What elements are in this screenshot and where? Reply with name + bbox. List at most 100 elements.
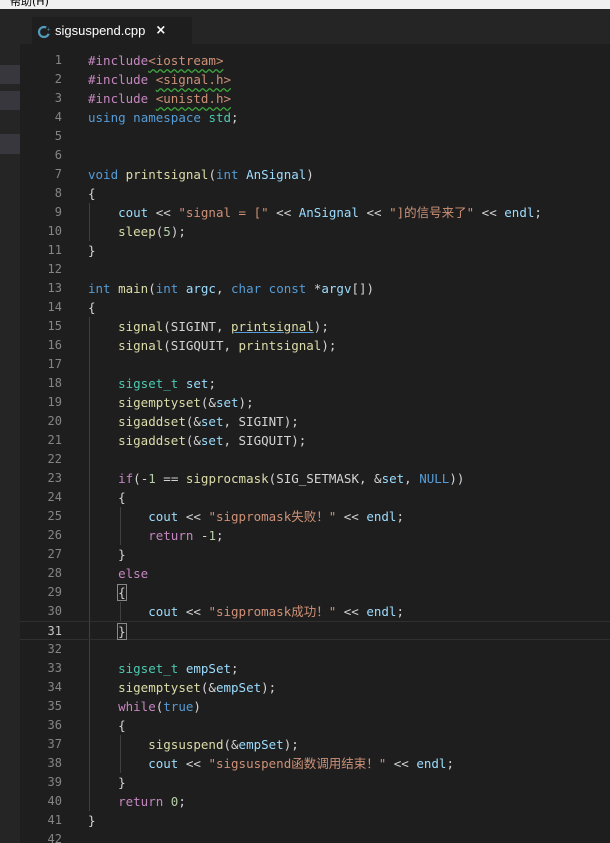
line-number: 36 [47, 718, 62, 732]
line-number: 2 [54, 72, 62, 86]
code-token: )) [449, 471, 465, 486]
line-number: 31 [47, 624, 62, 638]
code-line[interactable]: 1 #include<iostream> [20, 51, 610, 70]
code-token: ) [306, 167, 314, 182]
code-line[interactable]: 22 [20, 450, 610, 469]
code-line[interactable]: 19 sigemptyset(&set); [20, 393, 610, 412]
tab-sigsuspend-cpp[interactable]: + sigsuspend.cpp × [32, 17, 192, 44]
code-line[interactable]: 31 } [20, 621, 610, 640]
code-token: NULL [419, 471, 450, 486]
code-token: , SIGINT); [223, 414, 299, 429]
code-token: } [88, 243, 96, 258]
line-number: 21 [47, 433, 62, 447]
code-token: ; [231, 661, 239, 676]
code-line[interactable]: 37 sigsuspend(&empSet); [20, 735, 610, 754]
code-line[interactable]: 36 { [20, 716, 610, 735]
code-token: (SIG_SETMASK, & [268, 471, 382, 486]
code-line[interactable]: 41} [20, 811, 610, 830]
line-number: 13 [47, 281, 62, 295]
code-text: } [88, 241, 96, 260]
code-line[interactable]: 42 [20, 830, 610, 843]
code-line[interactable]: 6 [20, 146, 610, 165]
menu-help[interactable]: 帮助(H) [10, 0, 49, 9]
code-token: (& [200, 680, 216, 695]
code-text: #include <signal.h> [88, 70, 231, 89]
code-line[interactable]: 25 cout << "sigpromask失败！" << endl; [20, 507, 610, 526]
code-line[interactable]: 35 while(true) [20, 697, 610, 716]
code-line[interactable]: 28 else [20, 564, 610, 583]
code-line[interactable]: 33 sigset_t empSet; [20, 659, 610, 678]
line-number: 41 [47, 813, 62, 827]
code-line[interactable]: 9 cout << "signal = [" << AnSignal << "]… [20, 203, 610, 222]
code-text: #include <unistd.h> [88, 89, 231, 108]
code-token: empSet [215, 680, 262, 695]
tab-bar: + sigsuspend.cpp × [20, 9, 610, 44]
code-line[interactable]: 12 [20, 260, 610, 279]
line-number: 10 [47, 224, 62, 238]
code-line[interactable]: 23 if(-1 == sigprocmask(SIG_SETMASK, &se… [20, 469, 610, 488]
code-line[interactable]: 30 cout << "sigpromask成功！" << endl; [20, 602, 610, 621]
line-number: 3 [54, 91, 62, 105]
code-line[interactable]: 20 sigaddset(&set, SIGINT); [20, 412, 610, 431]
code-line[interactable]: 34 sigemptyset(&empSet); [20, 678, 610, 697]
code-line[interactable]: 39 } [20, 773, 610, 792]
code-text: } [88, 622, 127, 641]
sidebar-highlight[interactable] [0, 65, 20, 84]
code-line[interactable]: 5 [20, 127, 610, 146]
code-line[interactable]: 16 signal(SIGQUIT, printsignal); [20, 336, 610, 355]
sidebar-highlight[interactable] [0, 134, 20, 154]
code-text: } [88, 811, 96, 830]
line-number: 33 [47, 661, 62, 675]
code-token: } [88, 813, 96, 828]
code-line[interactable]: 40 return 0; [20, 792, 610, 811]
code-line[interactable]: 15 signal(SIGINT, printsignal); [20, 317, 610, 336]
code-token: <signal.h> [155, 72, 231, 87]
code-line[interactable]: 8{ [20, 184, 610, 203]
code-token: (& [185, 414, 201, 429]
line-number: 34 [47, 680, 62, 694]
code-text: sigset_t set; [88, 374, 216, 393]
code-line[interactable]: 10 sleep(5); [20, 222, 610, 241]
code-token: ; [208, 376, 216, 391]
code-line[interactable]: 26 return -1; [20, 526, 610, 545]
code-line[interactable]: 32 [20, 640, 610, 659]
code-line[interactable]: 24 { [20, 488, 610, 507]
code-text: sigsuspend(&empSet); [88, 735, 299, 754]
code-line[interactable]: 18 sigset_t set; [20, 374, 610, 393]
code-line[interactable]: 7 void printsignal(int AnSignal) [20, 165, 610, 184]
code-line[interactable]: 29 { [20, 583, 610, 602]
sidebar-highlight[interactable] [0, 91, 20, 110]
code-line[interactable]: 27 } [20, 545, 610, 564]
code-line[interactable]: 14 { [20, 298, 610, 317]
code-line[interactable]: 21 sigaddset(&set, SIGQUIT); [20, 431, 610, 450]
code-token: endl [504, 205, 535, 220]
code-editor[interactable]: 1 #include<iostream> 2 #include <signal.h> 3… [20, 44, 610, 843]
code-line[interactable]: 4 using namespace std; [20, 108, 610, 127]
code-line[interactable]: 2 #include <signal.h> [20, 70, 610, 89]
code-token: } [88, 775, 126, 790]
line-number: 8 [54, 186, 62, 200]
code-line[interactable]: 11} [20, 241, 610, 260]
code-line[interactable]: 13 int main(int argc, char const *argv[]) [20, 279, 610, 298]
close-icon[interactable]: × [155, 23, 166, 38]
code-line[interactable]: 3 #include <unistd.h> [20, 89, 610, 108]
code-token: #include [88, 53, 149, 68]
code-line[interactable]: 17 [20, 355, 610, 374]
code-line[interactable]: 38 cout << "sigsuspend函数调用结束！" << endl; [20, 754, 610, 773]
line-number: 17 [47, 357, 62, 371]
line-number: 1 [54, 53, 62, 67]
line-number: 18 [47, 376, 62, 390]
code-token: std [208, 110, 232, 125]
code-token: true [163, 699, 194, 714]
